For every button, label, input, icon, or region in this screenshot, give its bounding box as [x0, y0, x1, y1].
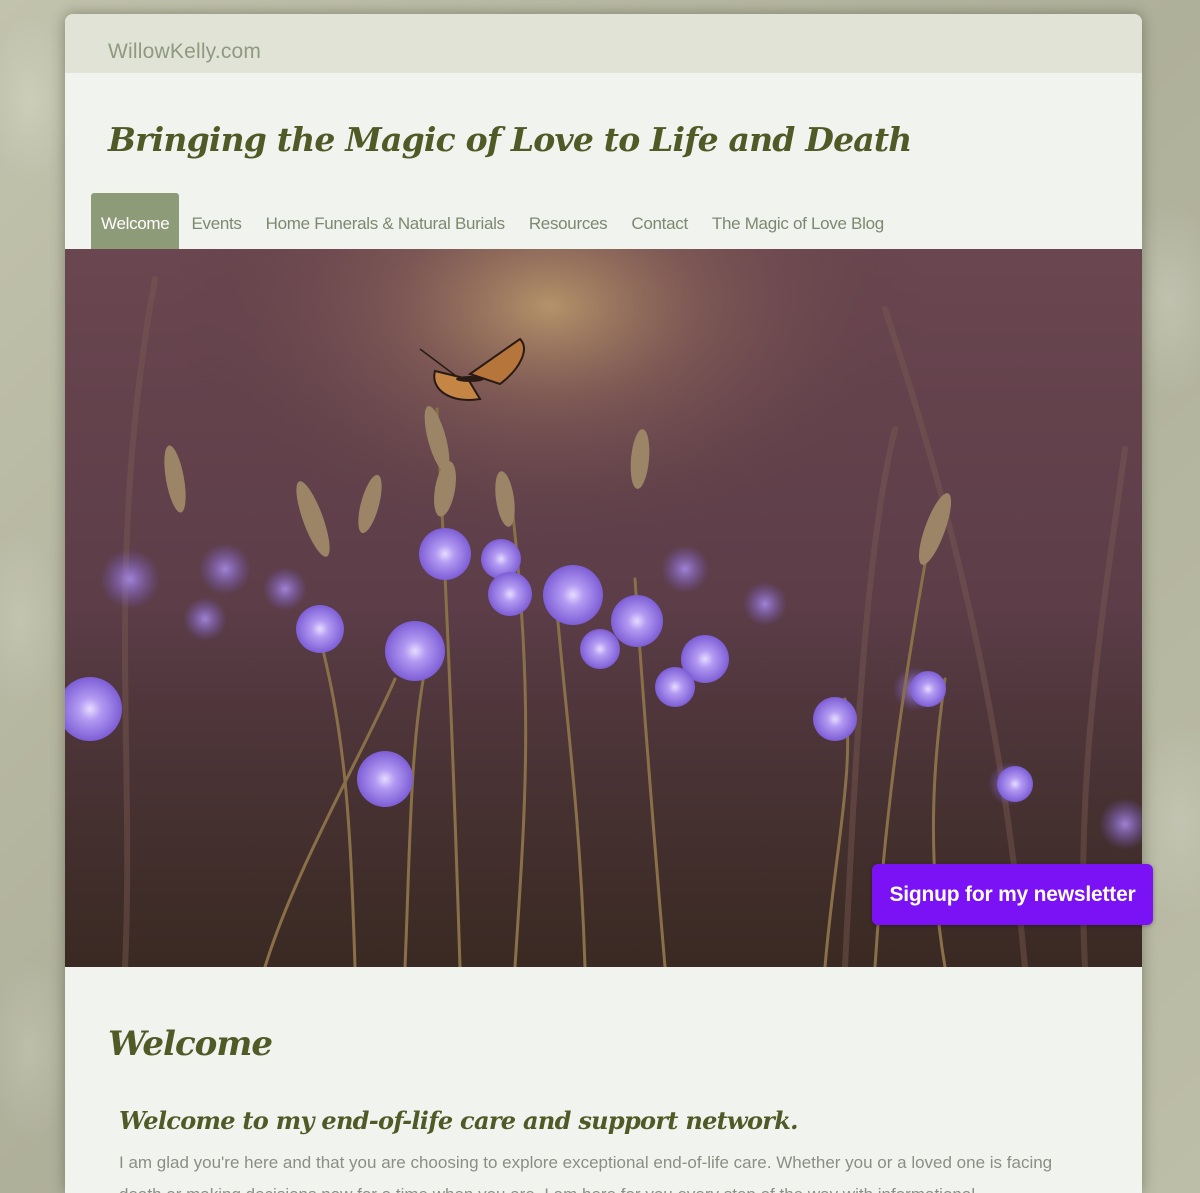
newsletter-signup-button[interactable]: Signup for my newsletter: [872, 864, 1153, 925]
nav-item-blog[interactable]: The Magic of Love Blog: [700, 193, 896, 249]
welcome-subtitle: Welcome to my end-of-life care and suppo…: [119, 1105, 799, 1135]
nav-item-welcome[interactable]: Welcome: [91, 193, 180, 249]
top-bar: WillowKelly.com: [65, 14, 1142, 73]
welcome-paragraph: I am glad you're here and that you are c…: [119, 1153, 1053, 1193]
nav-item-events[interactable]: Events: [179, 193, 253, 249]
nav-item-contact[interactable]: Contact: [619, 193, 700, 249]
page-container: WillowKelly.com Bringing the Magic of Lo…: [65, 14, 1142, 1193]
welcome-title: Welcome: [108, 1023, 273, 1064]
nav-item-resources[interactable]: Resources: [517, 193, 620, 249]
site-name-link[interactable]: WillowKelly.com: [108, 40, 261, 64]
nav-item-home-funerals[interactable]: Home Funerals & Natural Burials: [254, 193, 517, 249]
main-nav: Welcome Events Home Funerals & Natural B…: [91, 193, 896, 249]
hero-image: [65, 249, 1142, 967]
site-tagline: Bringing the Magic of Love to Life and D…: [108, 120, 912, 159]
